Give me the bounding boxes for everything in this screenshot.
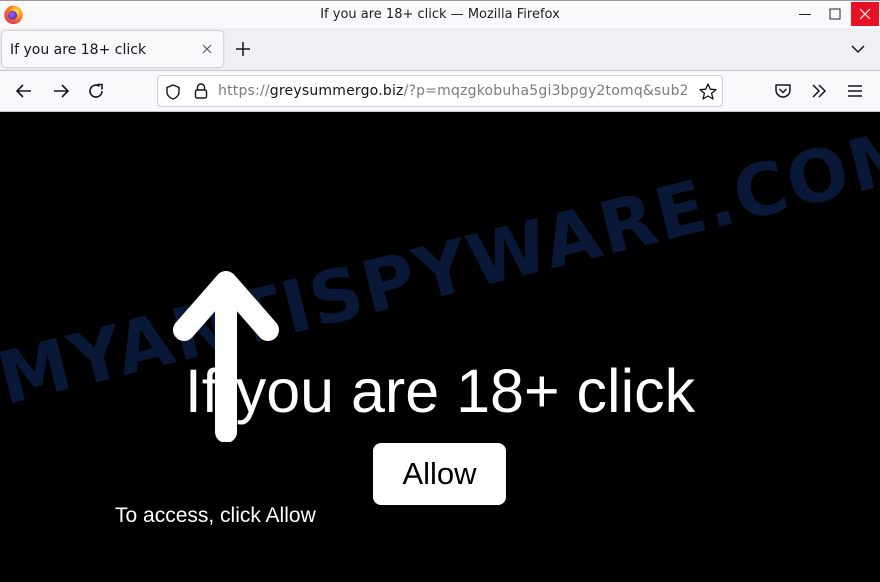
tab-active[interactable]: If you are 18+ click: [2, 31, 223, 67]
url-host: greysummergo.biz: [269, 83, 404, 99]
navigation-toolbar: https://greysummergo.biz/?p=mqzgkobuha5g…: [0, 70, 880, 112]
url-scheme: https://: [218, 83, 270, 99]
pocket-icon[interactable]: [773, 81, 793, 101]
url-bar[interactable]: https://greysummergo.biz/?p=mqzgkobuha5g…: [157, 75, 723, 107]
close-icon: [859, 8, 871, 20]
url-text[interactable]: https://greysummergo.biz/?p=mqzgkobuha5g…: [218, 83, 688, 99]
arrow-up-icon: [173, 271, 279, 442]
page-headline: If you are 18+ click: [184, 357, 696, 425]
plus-icon[interactable]: [234, 40, 252, 58]
lock-icon[interactable]: [192, 82, 210, 100]
maximize-button[interactable]: [822, 2, 848, 26]
hamburger-menu-icon[interactable]: [845, 81, 865, 101]
maximize-icon: [829, 8, 841, 20]
allow-button[interactable]: Allow: [373, 443, 506, 505]
overflow-chevrons-icon[interactable]: [809, 81, 829, 101]
arrow-left-icon[interactable]: [14, 81, 34, 101]
arrow-right-icon[interactable]: [51, 81, 71, 101]
instruction-text: To access, click Allow: [115, 504, 316, 527]
window-titlebar: If you are 18+ click — Mozilla Firefox: [0, 0, 880, 28]
window-title: If you are 18+ click — Mozilla Firefox: [320, 7, 560, 22]
tab-label: If you are 18+ click: [10, 42, 147, 58]
reload-icon[interactable]: [86, 81, 106, 101]
url-path: /?p=mqzgkobuha5gi3bpgy2tomq&sub2=: [403, 83, 688, 99]
minimize-button[interactable]: [792, 2, 818, 26]
page-content: MYANTISPYWARE.COM If you are 18+ click A…: [0, 112, 880, 582]
chevron-down-icon[interactable]: [850, 42, 866, 56]
tab-close-icon[interactable]: [200, 42, 214, 56]
minimize-icon: [799, 14, 811, 15]
shield-icon[interactable]: [164, 83, 182, 101]
star-icon[interactable]: [698, 82, 718, 102]
close-window-button[interactable]: [851, 2, 879, 26]
tab-strip: If you are 18+ click: [0, 28, 880, 70]
